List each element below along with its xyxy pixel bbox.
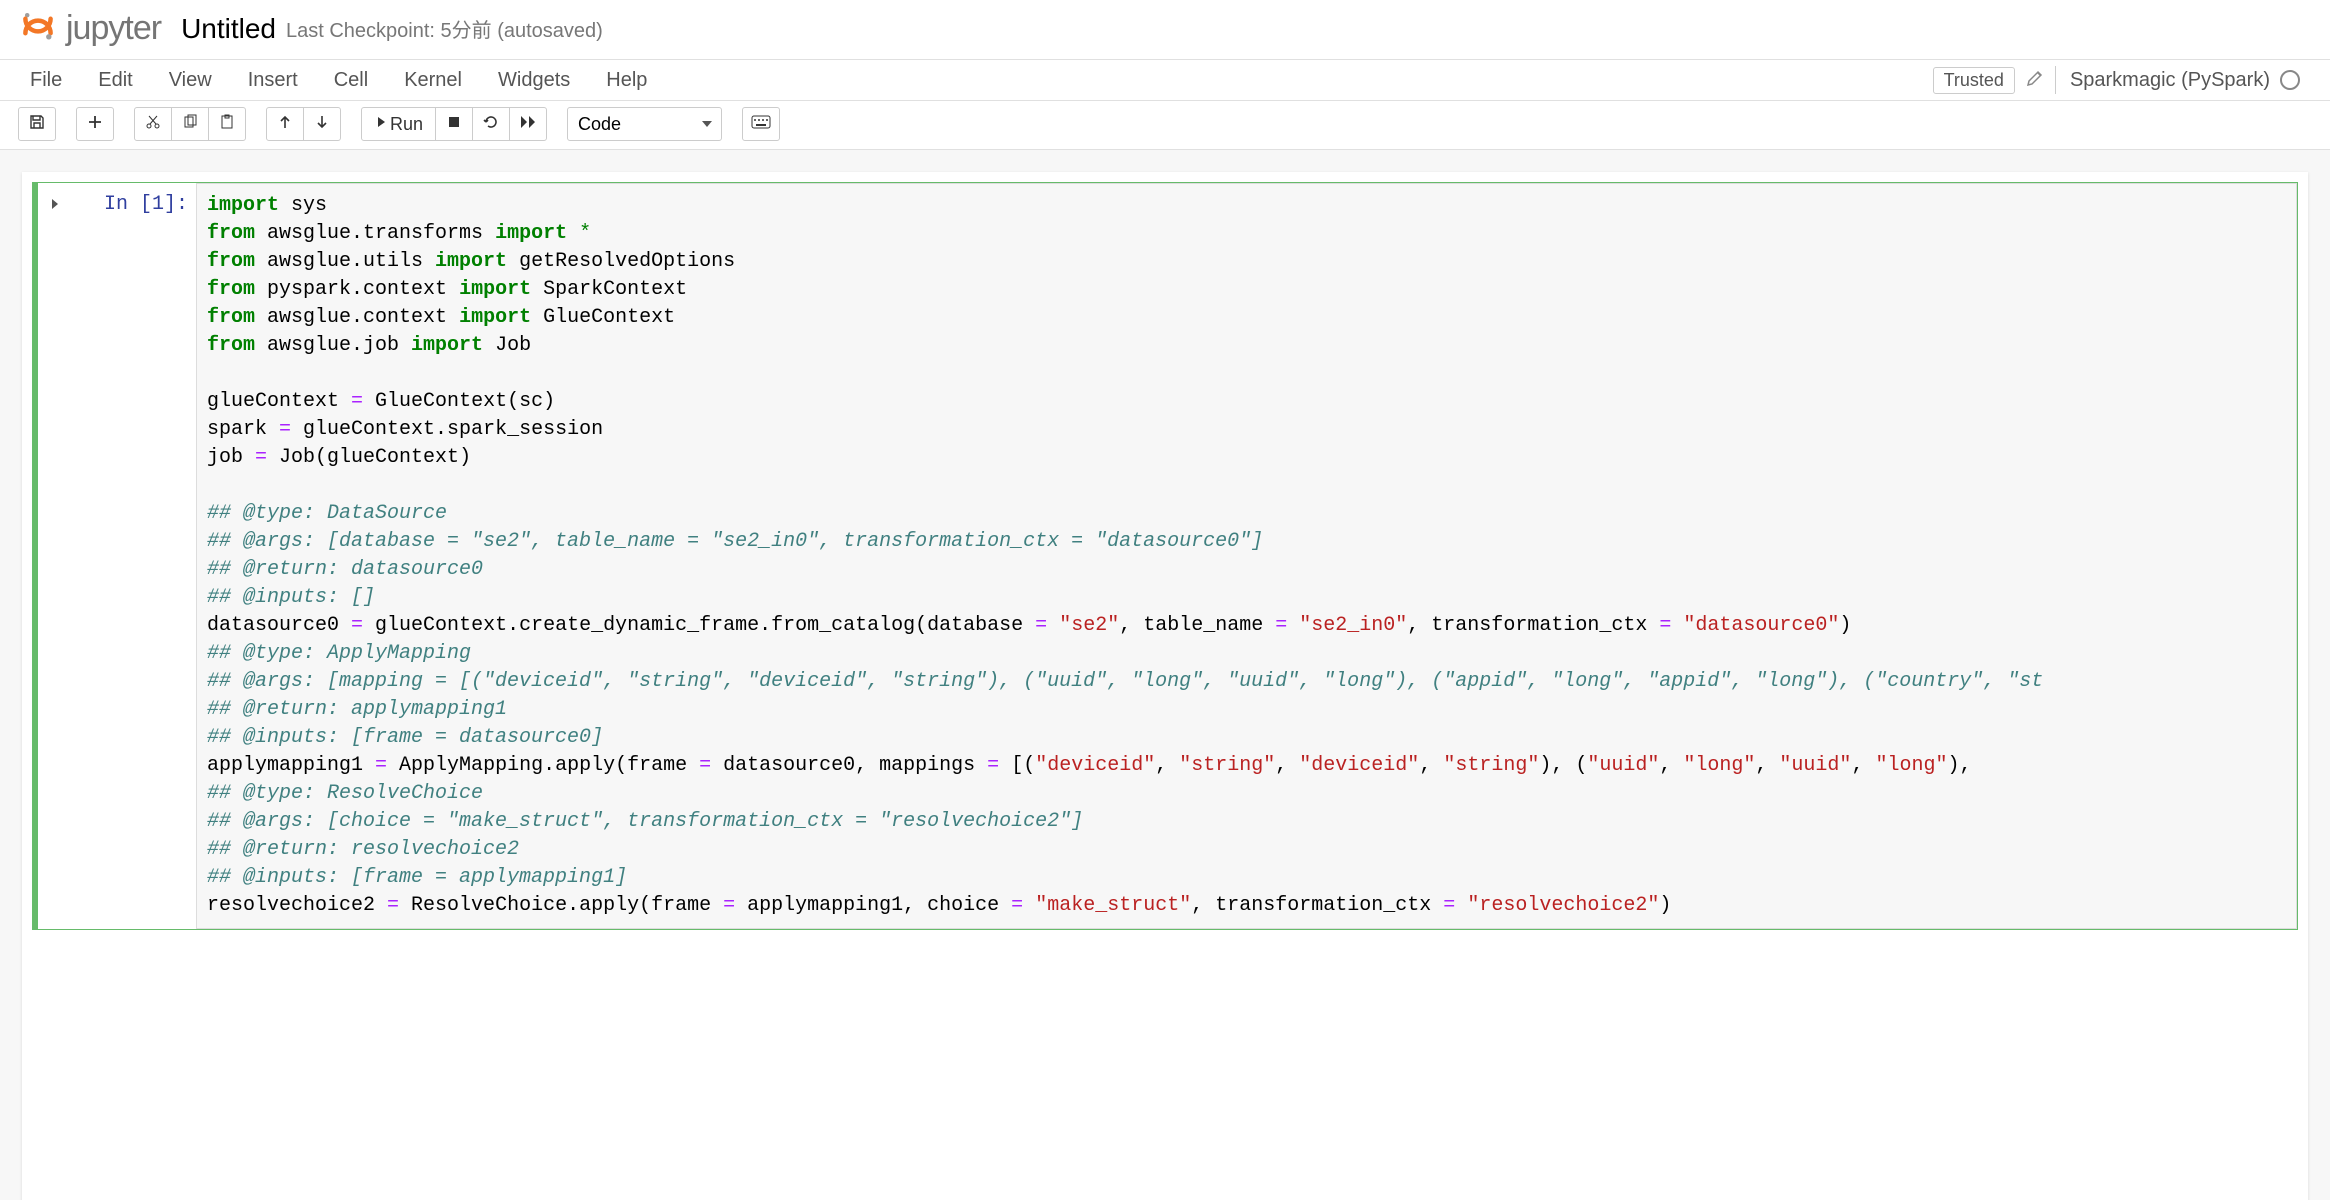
- menu-file[interactable]: File: [30, 69, 62, 92]
- menu-help[interactable]: Help: [606, 69, 647, 92]
- save-icon: [29, 114, 45, 135]
- restart-run-all-button[interactable]: [509, 107, 547, 141]
- stop-icon: [448, 115, 460, 133]
- checkpoint-text: Last Checkpoint: 5分前 (autosaved): [286, 14, 603, 43]
- move-down-button[interactable]: [303, 107, 341, 141]
- copy-icon: [182, 114, 198, 135]
- code-cell[interactable]: In [1]: import sys from awsglue.transfor…: [32, 182, 2298, 930]
- save-button[interactable]: [18, 107, 56, 141]
- notebook-area: In [1]: import sys from awsglue.transfor…: [0, 150, 2330, 1200]
- plus-icon: [88, 115, 102, 134]
- divider: [2055, 66, 2056, 94]
- cell-prompt: In [1]:: [88, 193, 188, 216]
- kernel-name[interactable]: Sparkmagic (PySpark): [2070, 69, 2270, 92]
- trusted-badge[interactable]: Trusted: [1933, 67, 2015, 94]
- pencil-icon[interactable]: [2027, 70, 2043, 91]
- arrow-up-icon: [278, 115, 292, 134]
- cell-type-select-wrap: Code: [567, 107, 722, 141]
- run-icon: [374, 115, 386, 134]
- menu-kernel[interactable]: Kernel: [404, 69, 462, 92]
- toolbar: Run Code: [0, 101, 2330, 150]
- jupyter-wordmark: jupyter: [66, 9, 161, 48]
- add-cell-button[interactable]: [76, 107, 114, 141]
- fast-forward-icon: [520, 115, 536, 134]
- run-group: Run: [361, 107, 547, 141]
- jupyter-icon: [20, 8, 56, 49]
- run-label: Run: [390, 114, 423, 135]
- copy-button[interactable]: [171, 107, 209, 141]
- paste-button[interactable]: [208, 107, 246, 141]
- kernel-indicator-icon[interactable]: [2280, 70, 2300, 90]
- menu-cell[interactable]: Cell: [334, 69, 368, 92]
- notebook-title[interactable]: Untitled: [181, 13, 276, 45]
- menu-edit[interactable]: Edit: [98, 69, 132, 92]
- run-button[interactable]: Run: [361, 107, 436, 141]
- header: jupyter Untitled Last Checkpoint: 5分前 (a…: [0, 0, 2330, 60]
- menu-view[interactable]: View: [169, 69, 212, 92]
- cell-type-select[interactable]: Code: [567, 107, 722, 141]
- menu-widgets[interactable]: Widgets: [498, 69, 570, 92]
- restart-icon: [483, 114, 499, 135]
- cut-button[interactable]: [134, 107, 172, 141]
- edit-group: [134, 107, 246, 141]
- code-input-area[interactable]: import sys from awsglue.transforms impor…: [196, 183, 2297, 929]
- stop-button[interactable]: [435, 107, 473, 141]
- restart-button[interactable]: [472, 107, 510, 141]
- arrow-down-icon: [315, 115, 329, 134]
- prompt-area: In [1]:: [38, 183, 196, 929]
- move-group: [266, 107, 341, 141]
- jupyter-logo[interactable]: jupyter: [20, 8, 161, 49]
- move-up-button[interactable]: [266, 107, 304, 141]
- menubar: File Edit View Insert Cell Kernel Widget…: [0, 60, 2330, 101]
- collapse-toggle-icon[interactable]: [48, 197, 60, 214]
- keyboard-icon: [751, 115, 771, 134]
- paste-icon: [219, 114, 235, 135]
- command-palette-button[interactable]: [742, 107, 780, 141]
- scissors-icon: [145, 114, 161, 135]
- notebook-container: In [1]: import sys from awsglue.transfor…: [22, 172, 2308, 1200]
- menu-insert[interactable]: Insert: [248, 69, 298, 92]
